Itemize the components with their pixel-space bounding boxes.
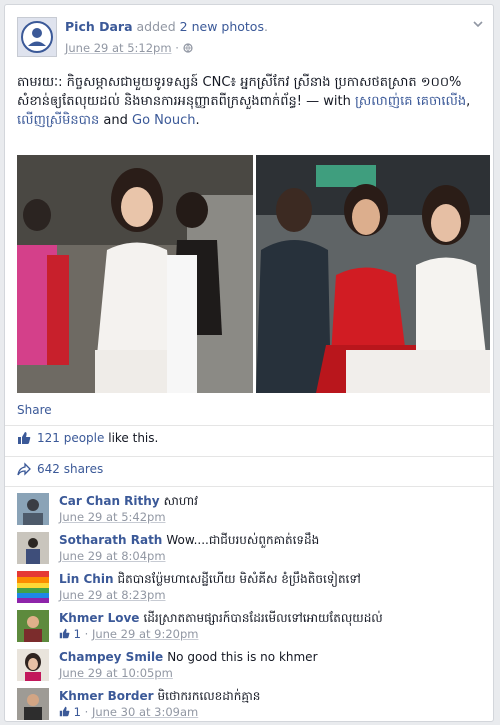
avatar-image (17, 493, 49, 525)
likes-count-link[interactable]: 121 people (37, 431, 104, 445)
comment-text: No good this is no khmer (167, 650, 318, 664)
commenter-avatar[interactable] (17, 649, 49, 681)
commenter-name[interactable]: Sotharath Rath (59, 533, 162, 547)
comment-item: Sotharath Rath Wow....ជាជីបរបស់ពួកគាត់ទេដ… (17, 530, 487, 564)
comment-item: Lin Chin ជិតបានប៉្លែមហាសេដ្ឋីហើយ មិសំគីស … (17, 569, 487, 603)
tagged-friend-3[interactable]: Go Nouch (132, 113, 195, 128)
meta-separator: · (84, 627, 89, 641)
commenter-name[interactable]: Car Chan Rithy (59, 494, 160, 508)
commenter-avatar[interactable] (17, 571, 49, 603)
page-avatar[interactable] (17, 17, 57, 57)
tagged-friend-1[interactable]: ស្រលាញ់គេ គេចាលើង (355, 94, 466, 109)
post-timestamp[interactable]: June 29 at 5:12pm (65, 41, 172, 55)
avatar-image (17, 649, 49, 681)
like-thumb-icon (59, 706, 70, 717)
photo-grid (17, 155, 490, 393)
divider (5, 425, 493, 426)
share-link[interactable]: Share (17, 403, 52, 417)
post-body: តាមរយៈ: កិច្ចសម្ភាសជាមួយទូរទស្សន៍ CNC៖ អ… (17, 73, 483, 130)
post-header: Pich Dara added 2 new photos. June 29 at… (17, 17, 487, 61)
comment-item: Khmer Border មិថោករកលេខដាក់គ្មាន 1 · June… (17, 686, 487, 720)
comment-time[interactable]: June 29 at 10:05pm (59, 666, 173, 680)
commenter-name[interactable]: Khmer Border (59, 689, 154, 703)
comment-like-count[interactable]: 1 (74, 627, 81, 641)
like-thumb-icon (18, 432, 31, 444)
comment-item: Khmer Love ដើរស្រាតតាមផ្សារក៍បានដែរមើលទៅអ… (17, 608, 487, 642)
commenter-avatar[interactable] (17, 532, 49, 564)
comment-text: Wow....ជាជីបរបស់ពួកគាត់ទេដឹង (166, 533, 320, 547)
avatar-image (17, 688, 49, 720)
likes-row: 121 people like this. (17, 431, 158, 445)
new-photos-link[interactable]: 2 new photos (180, 19, 264, 34)
comment-text: ជិតបានប៉្លែមហាសេដ្ឋីហើយ មិសំគីស ខំប្រឹងត… (117, 572, 361, 586)
divider (5, 486, 493, 487)
comment-time[interactable]: June 29 at 5:42pm (59, 510, 166, 524)
avatar-image (17, 532, 49, 564)
comment-text: សាហាវ (163, 494, 198, 508)
photo-2[interactable] (256, 155, 490, 393)
and-text: and (103, 113, 128, 128)
post-meta: June 29 at 5:12pm · (65, 41, 193, 55)
likes-suffix: like this. (108, 431, 159, 445)
comment-item: Car Chan Rithy សាហាវ June 29 at 5:42pm (17, 491, 487, 525)
like-thumb-icon (59, 628, 70, 639)
header-period: . (263, 19, 268, 34)
profile-logo-icon (21, 21, 53, 53)
commenter-name[interactable]: Lin Chin (59, 572, 114, 586)
tag-separator: , (466, 94, 471, 109)
tagged-friend-2[interactable]: លើញស្រីមិនបាន (17, 113, 99, 128)
share-arrow-icon (17, 462, 31, 476)
comment-text: ដើរស្រាតតាមផ្សារក៍បានដែរមើលទៅអោយតែលុយដល់ (143, 611, 383, 625)
comment-time[interactable]: June 29 at 8:04pm (59, 549, 166, 563)
avatar-image (17, 610, 49, 642)
commenter-avatar[interactable] (17, 610, 49, 642)
meta-separator: · (175, 41, 179, 55)
divider (5, 456, 493, 457)
chevron-down-icon[interactable] (471, 17, 485, 31)
photo-1[interactable] (17, 155, 253, 393)
commenter-name[interactable]: Khmer Love (59, 611, 139, 625)
shares-count-link[interactable]: 642 shares (37, 462, 103, 476)
comment-text: មិថោករកលេខដាក់គ្មាន (157, 689, 261, 703)
avatar-image (17, 571, 49, 603)
meta-separator: · (84, 705, 89, 719)
shares-row: 642 shares (17, 462, 103, 476)
commenter-avatar[interactable] (17, 493, 49, 525)
commenter-avatar[interactable] (17, 688, 49, 720)
comment-time[interactable]: June 30 at 3:09am (92, 705, 198, 719)
action-text: added (136, 19, 176, 34)
photo-2-image (256, 155, 490, 393)
comment-time[interactable]: June 29 at 8:23pm (59, 588, 166, 602)
comment-time[interactable]: June 29 at 9:20pm (92, 627, 199, 641)
author-name[interactable]: Pich Dara (65, 19, 133, 34)
photo-1-image (17, 155, 253, 393)
tag-end: . (195, 113, 200, 128)
comment-like-count[interactable]: 1 (74, 705, 81, 719)
post-header-line: Pich Dara added 2 new photos. (65, 19, 268, 34)
commenter-name[interactable]: Champey Smile (59, 650, 163, 664)
feed-post-card: Pich Dara added 2 new photos. June 29 at… (4, 4, 494, 722)
comment-item: Champey Smile No good this is no khmer Ju… (17, 647, 487, 681)
globe-icon (182, 43, 193, 53)
